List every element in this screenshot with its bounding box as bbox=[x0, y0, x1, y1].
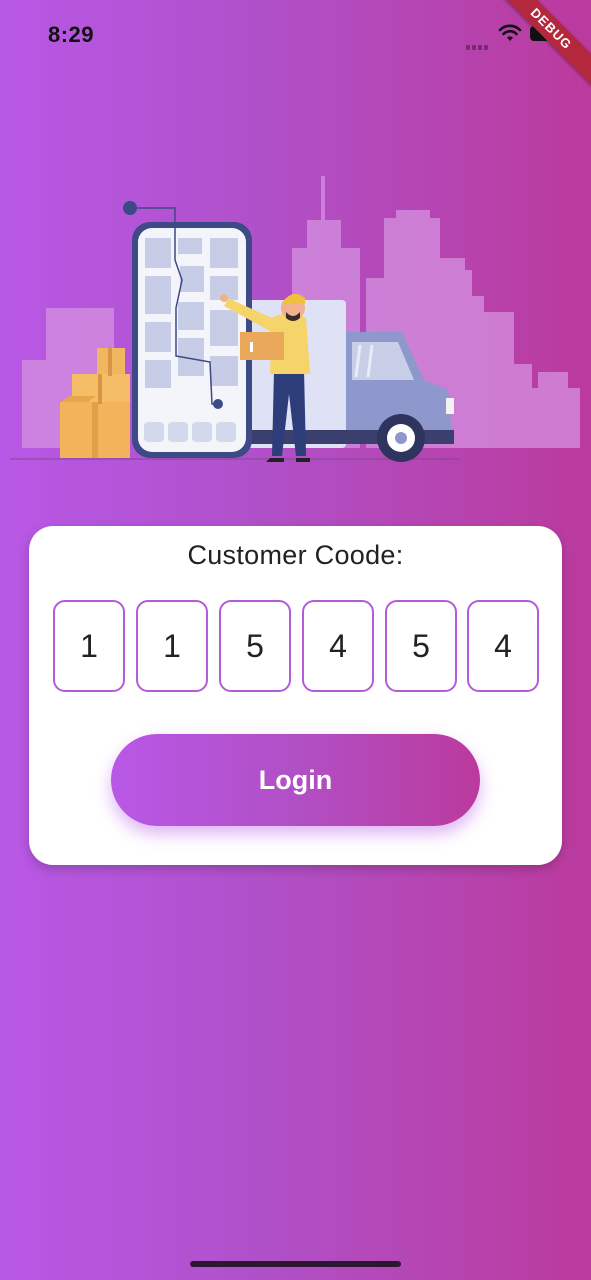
wifi-icon bbox=[498, 24, 522, 47]
status-time: 8:29 bbox=[48, 22, 95, 47]
login-card: Customer Coode: 1 1 5 4 5 4 Login bbox=[29, 526, 562, 865]
cellular-signal-icon bbox=[466, 37, 492, 50]
code-digit-box[interactable]: 1 bbox=[53, 600, 125, 692]
code-digit-box[interactable]: 4 bbox=[302, 600, 374, 692]
code-digit-box[interactable]: 5 bbox=[385, 600, 457, 692]
code-digit-box[interactable]: 4 bbox=[467, 600, 539, 692]
login-button[interactable]: Login bbox=[111, 734, 480, 826]
status-bar: 8:29 bbox=[0, 0, 591, 70]
customer-code-label: Customer Coode: bbox=[187, 540, 404, 570]
code-input-group: 1 1 5 4 5 4 bbox=[53, 600, 539, 692]
home-indicator[interactable] bbox=[190, 1261, 401, 1267]
code-digit-box[interactable]: 5 bbox=[219, 600, 291, 692]
delivery-illustration bbox=[10, 176, 580, 462]
code-digit-box[interactable]: 1 bbox=[136, 600, 208, 692]
